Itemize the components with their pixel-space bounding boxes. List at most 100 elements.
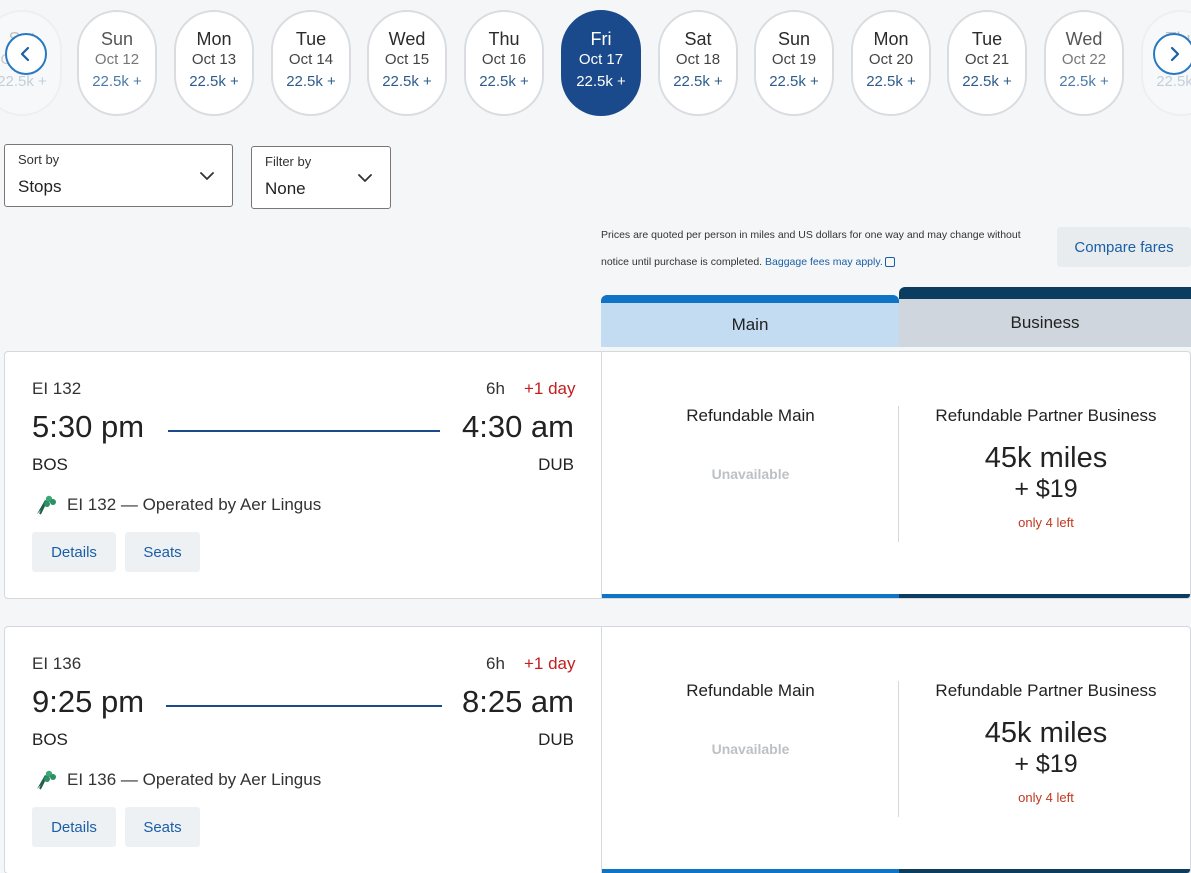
date-weekday: Mon (196, 29, 232, 49)
date-label: Oct 16 (481, 51, 527, 68)
baggage-fees-link[interactable]: Baggage fees may apply. (765, 256, 883, 268)
date-weekday: Wed (388, 29, 426, 49)
aer-lingus-shamrock-icon (37, 770, 56, 790)
destination-airport: DUB (538, 455, 574, 474)
fare-options: Refundable Main Unavailable Refundable P… (601, 627, 1190, 873)
seats-remaining: only 4 left (1018, 790, 1074, 805)
business-accent-bar (899, 594, 1190, 598)
fare-cash: + $19 (1014, 475, 1078, 503)
date-weekday: Sat (684, 29, 712, 49)
date-option[interactable]: Sun Oct 12 22.5k + (77, 10, 157, 116)
date-option[interactable]: Sun Oct 19 22.5k + (754, 10, 834, 116)
date-price: 22.5k + (286, 73, 336, 90)
departure-time: 5:30 pm (32, 409, 145, 444)
fare-main: Refundable Main Unavailable (602, 627, 899, 873)
filter-value: None (265, 179, 306, 198)
date-weekday: Fri (590, 29, 612, 49)
flight-card: EI 132 6h +1 day 5:30 pm 4:30 am BOS DUB… (4, 351, 1191, 599)
date-price: 22.5k + (673, 73, 723, 90)
flight-duration: 6h (486, 654, 505, 673)
fare-unavailable: Unavailable (711, 466, 790, 482)
sort-dropdown[interactable]: Sort by Stops (4, 144, 233, 207)
fare-title: Refundable Main (686, 406, 815, 425)
date-price: 22.5k + (1156, 73, 1191, 90)
date-weekday: Tue (971, 29, 1003, 49)
destination-airport: DUB (538, 730, 574, 749)
prev-dates-button[interactable] (5, 33, 47, 75)
date-price: 22.5k + (189, 73, 239, 90)
flight-info: EI 132 6h +1 day 5:30 pm 4:30 am BOS DUB… (5, 352, 601, 598)
date-label: Oct 21 (964, 51, 1010, 68)
flight-info: EI 136 6h +1 day 9:25 pm 8:25 am BOS DUB… (5, 627, 601, 873)
date-option[interactable]: Mon Oct 13 22.5k + (174, 10, 254, 116)
arrival-time: 8:25 am (461, 684, 574, 719)
origin-airport: BOS (32, 730, 68, 749)
external-link-icon (884, 257, 895, 268)
date-strip: Sat Oct 11 22.5k + Sun Oct 12 22.5k + Mo… (0, 10, 1191, 118)
chevron-right-icon (1170, 46, 1180, 62)
fare-cash: + $19 (1014, 750, 1078, 778)
fare-business[interactable]: Refundable Partner Business 45k miles + … (899, 352, 1190, 598)
flight-duration: 6h (486, 379, 505, 398)
main-accent-bar (602, 869, 899, 873)
date-price: 22.5k + (382, 73, 432, 90)
tab-business-cabin[interactable]: Business (899, 287, 1191, 347)
route-line (166, 705, 442, 707)
date-label: Oct 18 (675, 51, 721, 68)
fare-options: Refundable Main Unavailable Refundable P… (601, 352, 1190, 598)
business-accent-bar (899, 869, 1190, 873)
date-option[interactable]: Tue Oct 21 22.5k + (947, 10, 1027, 116)
date-option[interactable]: Wed Oct 15 22.5k + (367, 10, 447, 116)
compare-fares-button[interactable]: Compare fares (1057, 227, 1191, 267)
chevron-down-icon (358, 174, 372, 182)
date-label: Oct 12 (94, 51, 140, 68)
origin-airport: BOS (32, 455, 68, 474)
next-dates-button[interactable] (1153, 33, 1191, 75)
date-weekday: Tue (295, 29, 327, 49)
date-price: 22.5k + (866, 73, 916, 90)
day-offset: +1 day (524, 379, 576, 398)
date-option[interactable]: Mon Oct 20 22.5k + (851, 10, 931, 116)
date-option[interactable]: Tue Oct 14 22.5k + (271, 10, 351, 116)
sort-value: Stops (18, 177, 62, 196)
flight-number: EI 132 (32, 379, 82, 398)
chevron-left-icon (20, 46, 30, 62)
date-option[interactable]: Thu Oct 16 22.5k + (464, 10, 544, 116)
filter-dropdown[interactable]: Filter by None (251, 146, 391, 209)
fare-title: Refundable Main (686, 681, 815, 700)
filter-label: Filter by (265, 154, 312, 169)
seats-button[interactable]: Seats (125, 532, 200, 572)
fare-miles: 45k miles (984, 442, 1108, 474)
date-label: Oct 14 (288, 51, 334, 68)
seats-button[interactable]: Seats (125, 807, 200, 847)
departure-time: 9:25 pm (32, 684, 145, 719)
sort-label: Sort by (18, 152, 60, 167)
date-price: 22.5k + (92, 73, 142, 90)
date-price: 22.5k + (576, 73, 626, 90)
pricing-notice: Prices are quoted per person in miles an… (601, 222, 1051, 276)
fare-unavailable: Unavailable (711, 741, 790, 757)
operated-by: EI 132 — Operated by Aer Lingus (67, 495, 322, 514)
date-label: Oct 13 (191, 51, 237, 68)
date-price: 22.5k + (1059, 73, 1109, 90)
date-price: 22.5k + (962, 73, 1012, 90)
date-label: Oct 15 (384, 51, 430, 68)
date-price: 22.5k + (479, 73, 529, 90)
date-option-selected[interactable]: Fri Oct 17 22.5k + (561, 10, 641, 116)
details-button[interactable]: Details (32, 807, 116, 847)
date-label: Oct 19 (771, 51, 817, 68)
date-option[interactable]: Wed Oct 22 22.5k + (1044, 10, 1124, 116)
seats-remaining: only 4 left (1018, 515, 1074, 530)
date-weekday: Thu (488, 29, 520, 49)
date-weekday: Wed (1065, 29, 1103, 49)
fare-title: Refundable Partner Business (935, 681, 1157, 700)
day-offset: +1 day (524, 654, 576, 673)
date-option[interactable]: Sat Oct 18 22.5k + (658, 10, 738, 116)
details-button[interactable]: Details (32, 532, 116, 572)
fare-miles: 45k miles (984, 717, 1108, 749)
tab-main-cabin[interactable]: Main (601, 295, 899, 347)
date-label: Oct 17 (578, 51, 624, 68)
fare-main: Refundable Main Unavailable (602, 352, 899, 598)
fare-business[interactable]: Refundable Partner Business 45k miles + … (899, 627, 1190, 873)
route-line (168, 430, 440, 432)
